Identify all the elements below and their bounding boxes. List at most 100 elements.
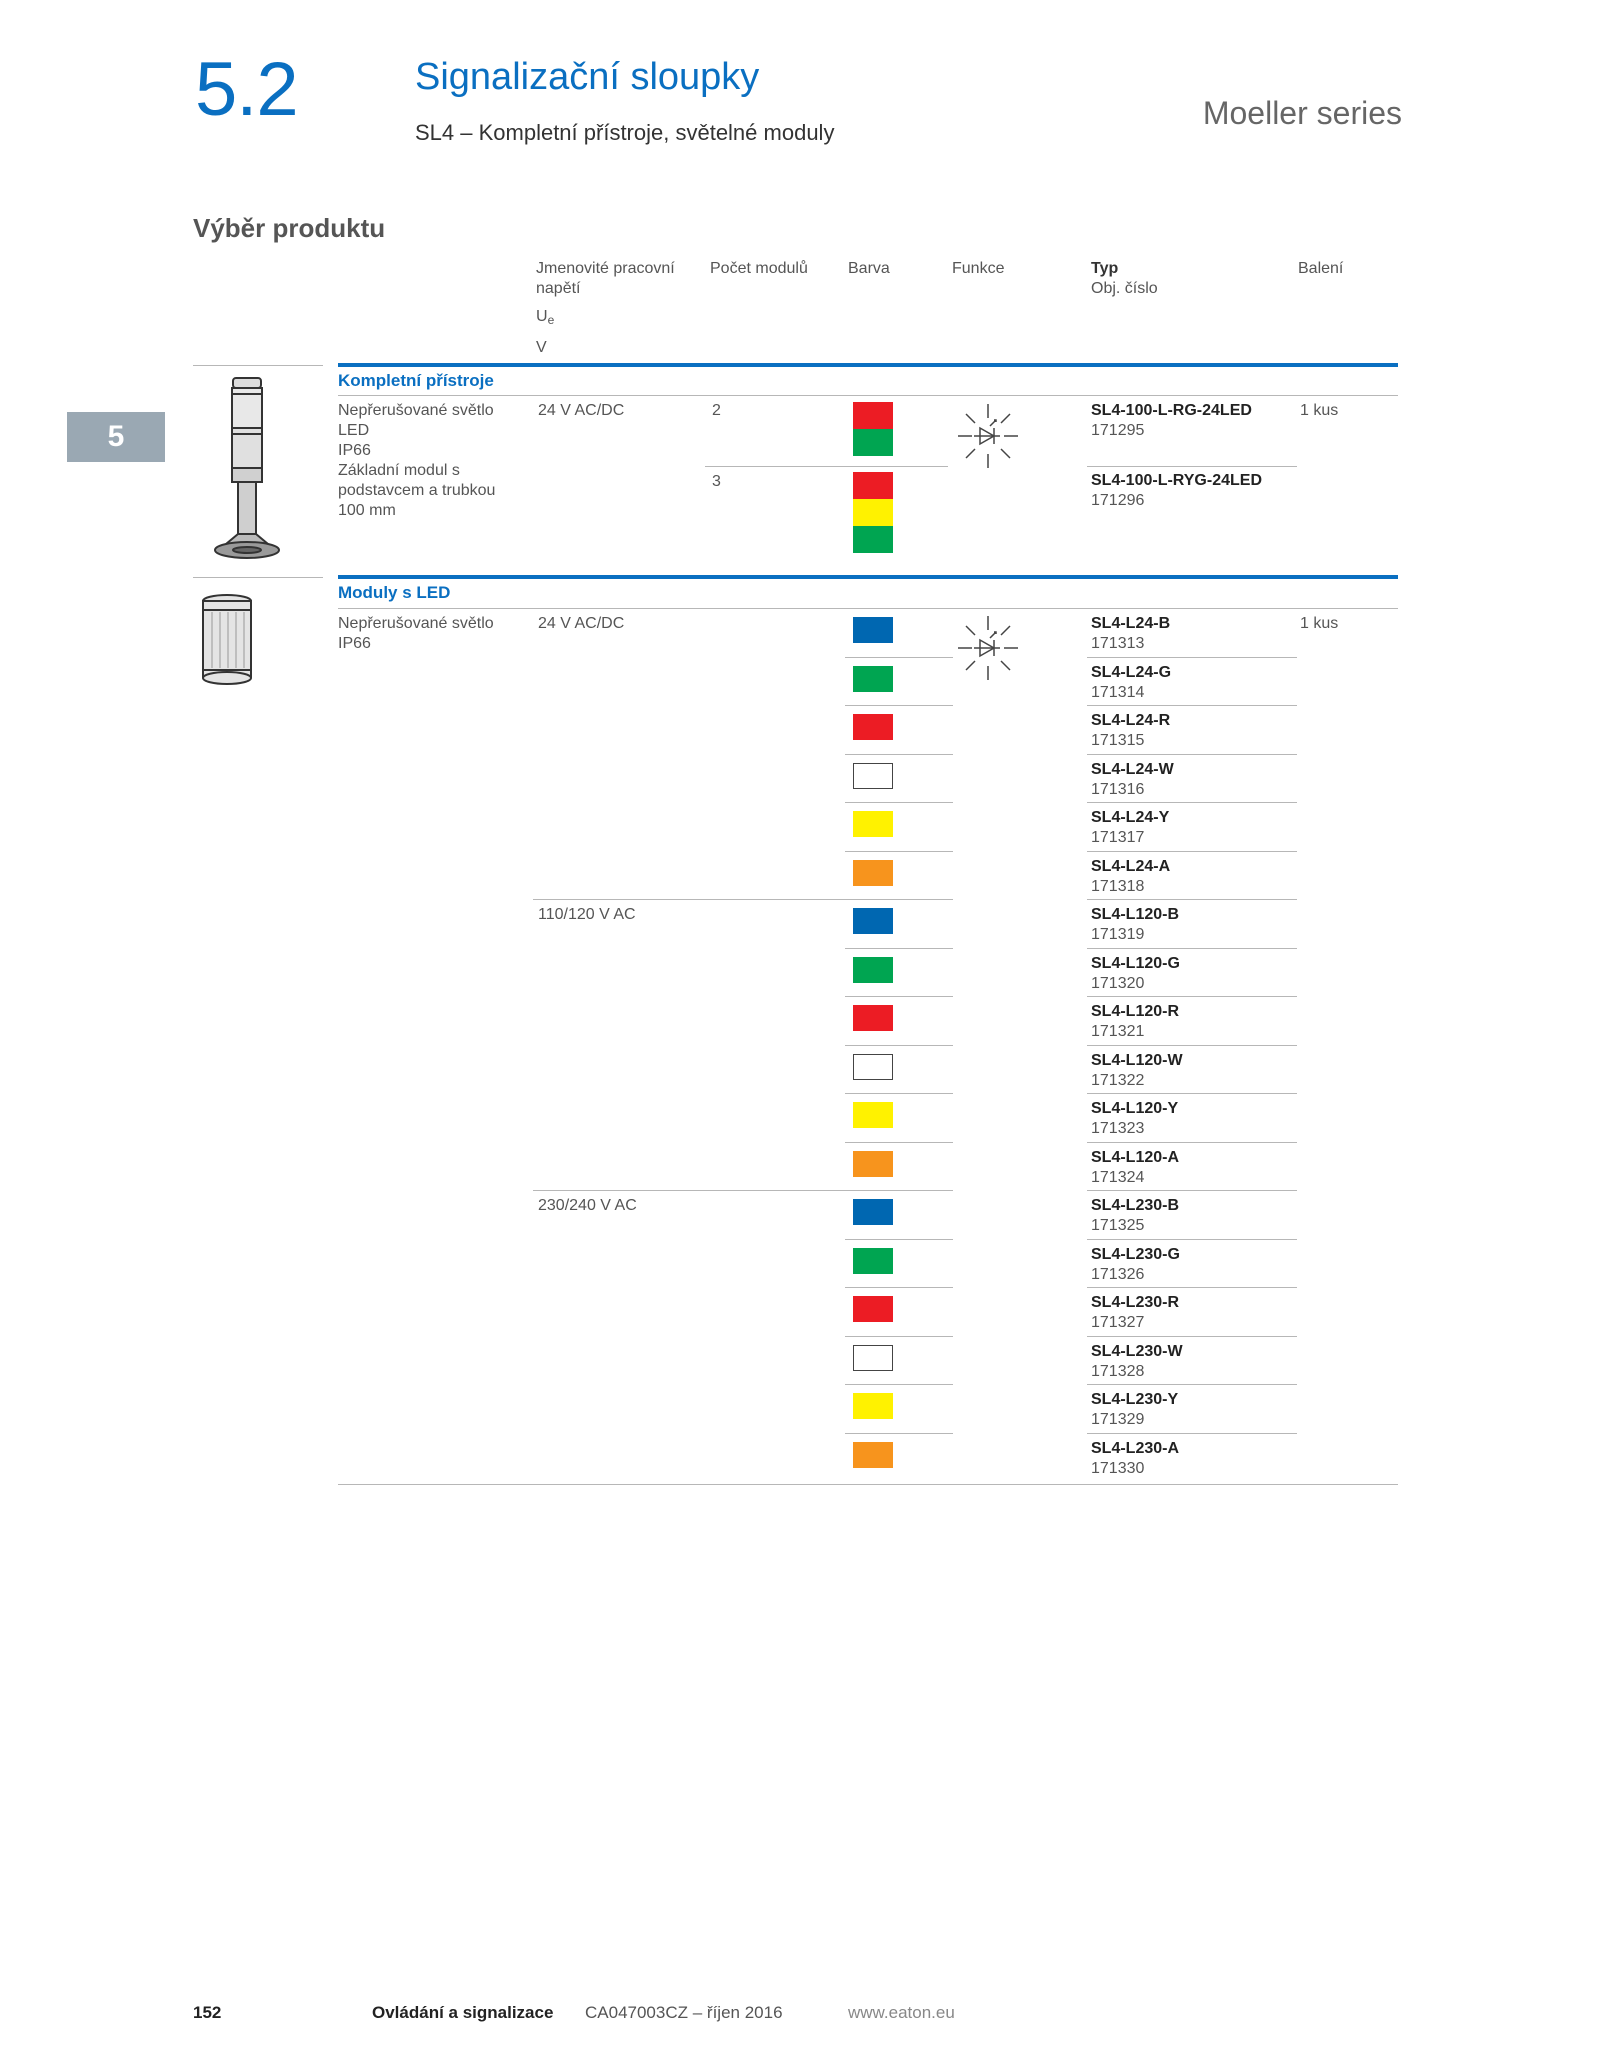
product-type[interactable]: SL4-L24-W: [1091, 760, 1174, 780]
divider: [338, 608, 1398, 609]
led-packaging: 1 kus: [1300, 615, 1339, 632]
divider: [845, 705, 953, 706]
product-entry: SL4-L24-B 171313: [1091, 614, 1170, 654]
order-number: 171329: [1091, 1411, 1145, 1428]
product-entry: SL4-L120-R 171321: [1091, 1002, 1179, 1042]
swatch-yellow: [853, 811, 893, 837]
desc-line: IP66: [338, 635, 371, 652]
order-number: 171317: [1091, 829, 1145, 846]
swatch-white: [853, 763, 893, 789]
chapter-tab: 5: [67, 412, 165, 462]
product-type[interactable]: SL4-L24-A: [1091, 857, 1170, 877]
product-type[interactable]: SL4-L120-G: [1091, 954, 1180, 974]
col-header-function: Funkce: [952, 260, 1005, 277]
order-number: 171321: [1091, 1023, 1145, 1040]
desc-line: LED: [338, 422, 370, 439]
desc-line: Základní modul s: [338, 462, 460, 479]
complete-packaging: 1 kus: [1300, 402, 1339, 419]
product-type[interactable]: SL4-L230-A: [1091, 1439, 1179, 1459]
swatch-green: [853, 957, 893, 983]
series-label: Moeller series: [1202, 95, 1402, 131]
section-rule: [338, 363, 1398, 367]
complete-description: Nepřerušované světlo LED IP66 Základní m…: [338, 401, 498, 521]
divider: [1087, 996, 1297, 997]
divider: [845, 657, 953, 658]
product-type[interactable]: SL4-100-L-RYG-24LED: [1091, 471, 1262, 491]
product-type[interactable]: SL4-L24-B: [1091, 614, 1170, 634]
product-type[interactable]: SL4-L120-R: [1091, 1002, 1179, 1022]
product-type[interactable]: SL4-L120-W: [1091, 1051, 1183, 1071]
divider: [1087, 1045, 1297, 1046]
order-number: 171324: [1091, 1169, 1145, 1186]
divider: [1087, 948, 1297, 949]
swatch-red: [853, 1005, 893, 1031]
divider: [845, 1433, 953, 1434]
complete-modules-1: 2: [712, 402, 721, 419]
order-number: 171313: [1091, 635, 1145, 652]
divider: [1087, 1239, 1297, 1240]
divider: [1087, 657, 1297, 658]
product-type[interactable]: SL4-L230-Y: [1091, 1390, 1178, 1410]
led-voltage: 24 V AC/DC: [538, 615, 625, 632]
product-type[interactable]: SL4-100-L-RG-24LED: [1091, 401, 1252, 421]
product-entry: SL4-L24-Y 171317: [1091, 808, 1169, 848]
section-rule: [338, 575, 1398, 579]
footer-title: Ovládání a signalizace: [372, 2003, 554, 2022]
product-type[interactable]: SL4-L120-B: [1091, 905, 1179, 925]
product-type[interactable]: SL4-L24-R: [1091, 711, 1170, 731]
swatch-green: [853, 429, 893, 456]
divider: [1087, 466, 1297, 467]
swatch-orange: [853, 1151, 893, 1177]
order-number: 171323: [1091, 1120, 1145, 1137]
divider: [845, 754, 953, 755]
product-type[interactable]: SL4-L24-Y: [1091, 808, 1169, 828]
order-number: 171325: [1091, 1217, 1145, 1234]
page-subtitle: SL4 – Kompletní přístroje, světelné modu…: [415, 120, 835, 145]
voltage-symbol: U: [536, 308, 548, 325]
product-entry: SL4-L120-A 171324: [1091, 1148, 1179, 1188]
divider: [845, 1336, 953, 1337]
section-heading: Výběr produktu: [193, 213, 386, 243]
divider: [1087, 899, 1297, 900]
product-type[interactable]: SL4-L120-Y: [1091, 1099, 1178, 1119]
footer-web-link[interactable]: www.eaton.eu: [848, 2003, 955, 2023]
swatch-red: [853, 402, 893, 429]
order-number: 171319: [1091, 926, 1145, 943]
product-type[interactable]: SL4-L230-R: [1091, 1293, 1179, 1313]
divider: [845, 996, 953, 997]
divider: [845, 1093, 953, 1094]
product-entry: SL4-L24-W 171316: [1091, 760, 1174, 800]
divider: [845, 1190, 953, 1191]
swatch-orange: [853, 1442, 893, 1468]
swatch-green: [853, 526, 893, 553]
swatch-yellow: [853, 1393, 893, 1419]
divider: [1087, 1336, 1297, 1337]
swatch-green: [853, 666, 893, 692]
product-type[interactable]: SL4-L230-W: [1091, 1342, 1183, 1362]
divider: [1087, 802, 1297, 803]
table-bottom-line: [338, 1484, 1398, 1485]
divider: [845, 1142, 953, 1143]
divider: [1087, 1384, 1297, 1385]
divider: [705, 466, 948, 467]
product-type[interactable]: SL4-L120-A: [1091, 1148, 1179, 1168]
signal-tower-image: [214, 377, 280, 559]
swatch-red: [853, 714, 893, 740]
desc-line: 100 mm: [338, 502, 396, 519]
divider: [845, 1287, 953, 1288]
divider: [845, 1239, 953, 1240]
product-type[interactable]: SL4-L230-B: [1091, 1196, 1179, 1216]
col-voltage-unit: V: [536, 339, 547, 356]
order-number: 171320: [1091, 975, 1145, 992]
product-type[interactable]: SL4-L230-G: [1091, 1245, 1180, 1265]
product-type[interactable]: SL4-L24-G: [1091, 663, 1171, 683]
led-voltage: 230/240 V AC: [538, 1197, 637, 1214]
product-entry: SL4-L230-A 171330: [1091, 1439, 1179, 1479]
swatch-white: [853, 1054, 893, 1080]
product-entry: SL4-L230-R 171327: [1091, 1293, 1179, 1333]
led-module-image: [202, 594, 252, 685]
product-entry: SL4-L120-W 171322: [1091, 1051, 1183, 1091]
divider: [338, 395, 1398, 396]
complete-modules-2: 3: [712, 473, 721, 490]
col-header-modules: Počet modulů: [710, 260, 808, 277]
